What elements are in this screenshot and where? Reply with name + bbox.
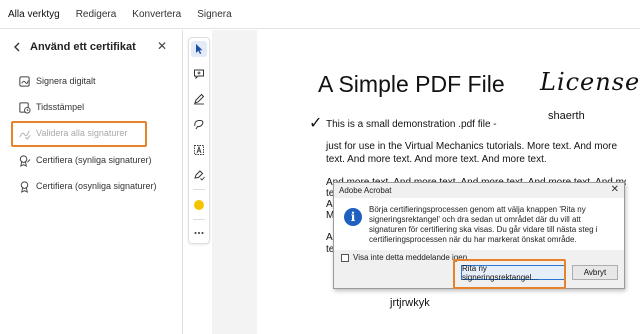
panel-item-label: Certifiera (osynliga signaturer): [36, 181, 157, 191]
certificate-panel: Använd ett certifikat ✕ Signera digitalt…: [0, 30, 183, 334]
panel-item-label: Signera digitalt: [36, 76, 96, 86]
close-icon[interactable]: ✕: [157, 39, 167, 53]
document-para1: just for use in the Virtual Mechanics tu…: [326, 141, 618, 165]
menu-all-tools[interactable]: Alla verktyg: [8, 9, 60, 20]
certify-visible-icon: [19, 154, 31, 167]
add-comment-icon[interactable]: [191, 66, 207, 82]
color-dot-icon[interactable]: [191, 197, 207, 213]
info-icon: i: [344, 208, 362, 226]
panel-item-label: Tidsstämpel: [36, 102, 85, 112]
more-icon[interactable]: [191, 225, 207, 241]
highlight-primary-button: [453, 259, 566, 289]
timestamp-icon: [19, 101, 31, 114]
dialog-title: Adobe Acrobat: [339, 186, 392, 195]
menu-convert[interactable]: Konvertera: [132, 9, 181, 20]
checkmark-icon: ✓: [309, 115, 323, 132]
document-line1: This is a small demonstration .pdf file …: [326, 119, 497, 130]
back-arrow-icon[interactable]: [10, 40, 24, 54]
dialog-body: i Börja certifieringsprocessen genom att…: [334, 198, 624, 250]
certify-invisible-icon: [20, 180, 29, 193]
select-arrow-icon[interactable]: [191, 41, 207, 57]
panel-item-certify-invisible[interactable]: Certifiera (osynliga signaturer): [18, 177, 157, 195]
annotation-toolbar: [188, 37, 210, 244]
menu-sign[interactable]: Signera: [197, 9, 231, 20]
dont-show-again-row[interactable]: Visa inte detta meddelande igen: [341, 253, 467, 262]
clipped-line: A: [326, 232, 333, 243]
draw-freeform-icon[interactable]: [191, 116, 207, 132]
panel-item-label: Certifiera (synliga signaturer): [36, 155, 152, 165]
checkbox-label: Visa inte detta meddelande igen: [353, 253, 468, 262]
clipped-line: A: [326, 199, 333, 210]
toolbar-divider: [193, 189, 205, 190]
cancel-button[interactable]: Avbryt: [572, 265, 618, 280]
top-menubar: Alla verktyg Redigera Konvertera Signera: [0, 0, 640, 29]
dont-show-again-checkbox[interactable]: [341, 253, 349, 262]
highlight-pen-icon[interactable]: [191, 91, 207, 107]
panel-item-certify-visible[interactable]: Certifiera (synliga signaturer): [18, 151, 152, 169]
dialog-close-icon[interactable]: ✕: [611, 184, 619, 195]
dialog-message: Börja certifieringsprocessen genom att v…: [369, 205, 598, 244]
signature-text: License: [540, 68, 640, 96]
panel-header: Använd ett certifikat ✕: [10, 39, 175, 55]
document-title: A Simple PDF File: [318, 71, 505, 97]
highlight-certify-visible: [11, 121, 147, 147]
toolbar-divider: [193, 219, 205, 220]
stamp-sign-icon[interactable]: [191, 167, 207, 183]
panel-item-sign-digital[interactable]: Signera digitalt: [18, 72, 96, 90]
signer-name: shaerth: [548, 110, 585, 122]
menu-edit[interactable]: Redigera: [76, 9, 117, 20]
document-bottom-text: jrtjrwkyk: [390, 297, 430, 309]
sign-digital-icon: [19, 75, 30, 87]
panel-item-timestamp[interactable]: Tidsstämpel: [18, 98, 84, 116]
panel-title: Använd ett certifikat: [30, 41, 136, 53]
text-box-icon[interactable]: [191, 142, 207, 158]
